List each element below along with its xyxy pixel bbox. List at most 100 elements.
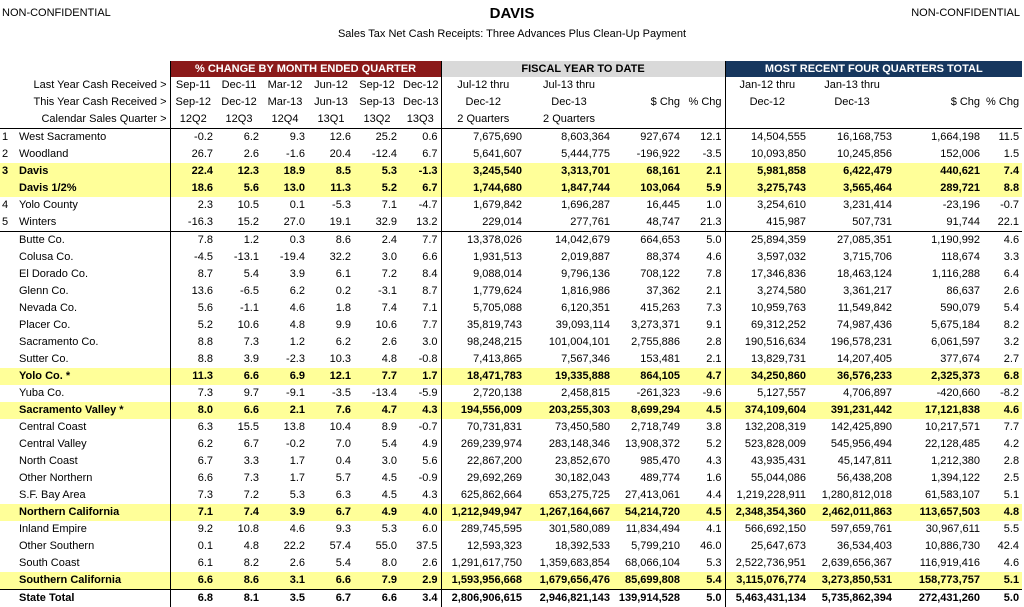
row-index xyxy=(0,504,16,521)
row-index xyxy=(0,317,16,334)
table-row: Butte Co.7.81.20.38.62.47.713,378,02614,… xyxy=(0,232,1022,250)
row-index xyxy=(0,283,16,300)
cell-value: 1,212,949,947 xyxy=(441,504,525,521)
cell-value: 7.3 xyxy=(216,334,262,351)
cell-value: 70,731,831 xyxy=(441,419,525,436)
cell-value: 2.9 xyxy=(400,572,441,590)
cell-value: 277,761 xyxy=(525,214,613,232)
cell-value: 6.6 xyxy=(170,470,216,487)
cell-value: 2.4 xyxy=(354,232,400,250)
table-row: Central Coast6.315.513.810.48.9-0.770,73… xyxy=(0,419,1022,436)
cell-value: 5.5 xyxy=(983,521,1022,538)
cell-value: 142,425,890 xyxy=(809,419,895,436)
col-header-calendar: 2 Quarters xyxy=(441,111,525,129)
col-header-calendar xyxy=(613,111,683,129)
cell-value: 4.7 xyxy=(683,368,725,385)
cell-value: 3.1 xyxy=(262,572,308,590)
cell-value: 7.2 xyxy=(216,487,262,504)
table-row: Nevada Co.5.6-1.14.61.87.47.15,705,0886,… xyxy=(0,300,1022,317)
cell-value: 0.6 xyxy=(400,129,441,147)
cell-value: 37.5 xyxy=(400,538,441,555)
col-header-last-year: Jul-13 thru xyxy=(525,77,613,94)
cell-value: 1.6 xyxy=(683,470,725,487)
cell-value: 3,115,076,774 xyxy=(725,572,809,590)
cell-value: 7.7 xyxy=(354,368,400,385)
cell-value: -1.1 xyxy=(216,300,262,317)
cell-value: 86,637 xyxy=(895,283,983,300)
cell-value: 7,567,346 xyxy=(525,351,613,368)
col-header-this-year: Dec-12 xyxy=(725,94,809,111)
cell-value: 2.6 xyxy=(354,334,400,351)
cell-value: 3,273,371 xyxy=(613,317,683,334)
row-name: Nevada Co. xyxy=(16,300,170,317)
table-row: Other Northern6.67.31.75.74.5-0.929,692,… xyxy=(0,470,1022,487)
cell-value: 415,263 xyxy=(613,300,683,317)
cell-value: 19.1 xyxy=(308,214,354,232)
cell-value: -9.1 xyxy=(262,385,308,402)
col-header-this-year: Sep-12 xyxy=(170,94,216,111)
cell-value: 8,603,364 xyxy=(525,129,613,147)
cell-value: 8.0 xyxy=(354,555,400,572)
cell-value: 3,275,743 xyxy=(725,180,809,197)
cell-value: 6.1 xyxy=(170,555,216,572)
row-name: Sacramento Co. xyxy=(16,334,170,351)
cell-value: 2,806,906,615 xyxy=(441,590,525,607)
cell-value: 8.2 xyxy=(983,317,1022,334)
cell-value: 3.0 xyxy=(400,334,441,351)
cell-value: 2,325,373 xyxy=(895,368,983,385)
row-name: Northern California xyxy=(16,504,170,521)
cell-value: 5.6 xyxy=(170,300,216,317)
cell-value: 132,208,319 xyxy=(725,419,809,436)
cell-value: 203,255,303 xyxy=(525,402,613,419)
col-header-calendar xyxy=(683,111,725,129)
col-header-last-year: Jul-12 thru xyxy=(441,77,525,94)
col-header-this-year: Dec-12 xyxy=(216,94,262,111)
cell-value: 708,122 xyxy=(613,266,683,283)
cell-value: 1,679,842 xyxy=(441,197,525,214)
report-title: DAVIS xyxy=(0,5,1024,22)
table-row: Sutter Co.8.83.9-2.310.34.8-0.87,413,865… xyxy=(0,351,1022,368)
cell-value: 507,731 xyxy=(809,214,895,232)
cell-value: 3.9 xyxy=(262,266,308,283)
band-fiscal-year-to-date: FISCAL YEAR TO DATE xyxy=(441,61,725,77)
col-header-this-year: Dec-13 xyxy=(809,94,895,111)
cell-value: 0.1 xyxy=(170,538,216,555)
cell-value: 8.1 xyxy=(216,590,262,607)
cell-value: 4.3 xyxy=(400,402,441,419)
cell-value: 0.2 xyxy=(308,283,354,300)
row-index xyxy=(0,385,16,402)
cell-value: 9.9 xyxy=(308,317,354,334)
cell-value: 22,867,200 xyxy=(441,453,525,470)
cell-value: 9,796,136 xyxy=(525,266,613,283)
cell-value: 45,147,811 xyxy=(809,453,895,470)
row-index: 3 xyxy=(0,163,16,180)
row-index xyxy=(0,232,16,250)
cell-value: 7.4 xyxy=(983,163,1022,180)
cell-value: 5,444,775 xyxy=(525,146,613,163)
cell-value: 8.2 xyxy=(216,555,262,572)
table-row: 3Davis22.412.318.98.55.3-1.33,245,5403,3… xyxy=(0,163,1022,180)
cell-value: 6.2 xyxy=(170,436,216,453)
row-index: 4 xyxy=(0,197,16,214)
row-name: Glenn Co. xyxy=(16,283,170,300)
cell-value: 57.4 xyxy=(308,538,354,555)
row-index: 2 xyxy=(0,146,16,163)
cell-value: 8.4 xyxy=(400,266,441,283)
cell-value: 1,664,198 xyxy=(895,129,983,147)
cell-value: 39,093,114 xyxy=(525,317,613,334)
cell-value: 5.3 xyxy=(354,521,400,538)
cell-value: 54,214,720 xyxy=(613,504,683,521)
cell-value: -0.2 xyxy=(262,436,308,453)
cell-value: 1.8 xyxy=(308,300,354,317)
col-header-calendar: 12Q2 xyxy=(170,111,216,129)
cell-value: 85,699,808 xyxy=(613,572,683,590)
cell-value: 1,219,228,911 xyxy=(725,487,809,504)
col-header-last-year: Jan-12 thru xyxy=(725,77,809,94)
col-header-calendar: 13Q2 xyxy=(354,111,400,129)
cell-value: 7,413,865 xyxy=(441,351,525,368)
row-name: Butte Co. xyxy=(16,232,170,250)
row-name: Woodland xyxy=(16,146,170,163)
cell-value: 18,471,783 xyxy=(441,368,525,385)
cell-value: 1.7 xyxy=(400,368,441,385)
cell-value: -0.9 xyxy=(400,470,441,487)
